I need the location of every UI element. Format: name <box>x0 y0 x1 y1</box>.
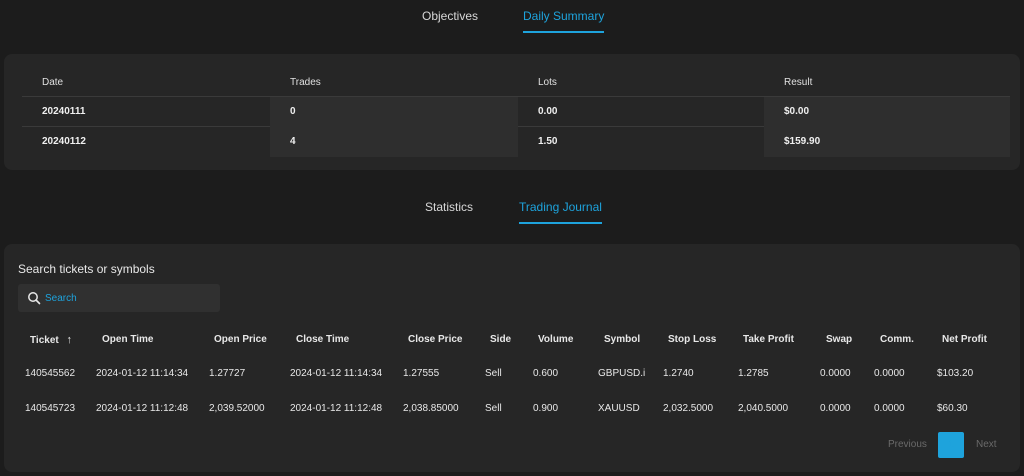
cell-close-price: 2,038.85000 <box>403 403 459 414</box>
cell-swap: 0.0000 <box>820 368 851 379</box>
header-open-time[interactable]: Open Time <box>102 334 154 345</box>
header-comm[interactable]: Comm. <box>880 334 914 345</box>
cell-swap: 0.0000 <box>820 403 851 414</box>
summary-header-result: Result <box>784 77 813 88</box>
previous-page-button[interactable]: Previous <box>888 432 927 458</box>
header-net-profit[interactable]: Net Profit <box>942 334 987 345</box>
summary-result: $0.00 <box>784 106 810 117</box>
cell-close-time: 2024-01-12 11:14:34 <box>290 368 383 379</box>
cell-open-time: 2024-01-12 11:12:48 <box>96 403 189 414</box>
cell-open-price: 1.27727 <box>209 368 246 379</box>
header-open-price[interactable]: Open Price <box>214 334 267 345</box>
header-side[interactable]: Side <box>490 334 511 345</box>
summary-lots: 1.50 <box>538 136 558 147</box>
top-tabs: Objectives Daily Summary <box>0 1 1024 33</box>
cell-side: Sell <box>485 403 502 414</box>
tab-objectives[interactable]: Objectives <box>422 1 478 31</box>
cell-stop-loss: 2,032.5000 <box>663 403 714 414</box>
header-close-price[interactable]: Close Price <box>408 334 462 345</box>
next-page-button[interactable]: Next <box>976 432 997 458</box>
cell-volume: 0.600 <box>533 368 559 379</box>
tab-objectives-label: Objectives <box>422 9 479 23</box>
table-row: 20240111 0 0.00 $0.00 <box>22 97 1010 127</box>
summary-header-lots: Lots <box>538 77 557 88</box>
summary-trades: 0 <box>290 106 296 117</box>
summary-lots: 0.00 <box>538 106 558 117</box>
cell-comm: 0.0000 <box>874 368 905 379</box>
active-tab-underline <box>519 222 602 224</box>
tab-trading-journal-label: Trading Journal <box>519 200 602 214</box>
cell-open-time: 2024-01-12 11:14:34 <box>96 368 189 379</box>
daily-summary-card: Date Trades Lots Result 20240111 0 0.00 … <box>4 54 1020 170</box>
header-swap[interactable]: Swap <box>826 334 852 345</box>
cell-comm: 0.0000 <box>874 403 905 414</box>
summary-trades: 4 <box>290 136 296 147</box>
cell-close-price: 1.27555 <box>403 368 440 379</box>
header-ticket[interactable]: Ticket ↑ <box>30 334 72 346</box>
cell-take-profit: 2,040.5000 <box>738 403 789 414</box>
tab-daily-summary[interactable]: Daily Summary <box>523 1 605 33</box>
table-row: 20240112 4 1.50 $159.90 <box>22 127 1010 157</box>
pagination: Previous 1 Next <box>0 432 1024 458</box>
cell-close-time: 2024-01-12 11:12:48 <box>290 403 383 414</box>
sort-ascending-icon: ↑ <box>66 334 73 346</box>
summary-header-date: Date <box>42 77 64 88</box>
cell-net-profit: $103.20 <box>937 368 974 379</box>
header-ticket-label: Ticket <box>30 335 59 346</box>
search-input[interactable] <box>45 284 215 312</box>
search-box[interactable] <box>18 284 220 312</box>
page-1-button[interactable]: 1 <box>938 432 964 458</box>
cell-ticket: 140545562 <box>25 368 76 379</box>
header-take-profit[interactable]: Take Profit <box>743 334 794 345</box>
cell-side: Sell <box>485 368 502 379</box>
search-icon <box>28 292 41 305</box>
daily-summary-table: Date Trades Lots Result 20240111 0 0.00 … <box>22 68 1010 157</box>
cell-open-price: 2,039.52000 <box>209 403 265 414</box>
summary-header-row: Date Trades Lots Result <box>22 68 1010 97</box>
tab-statistics-label: Statistics <box>425 200 474 214</box>
summary-date: 20240112 <box>42 136 86 147</box>
cell-symbol: GBPUSD.i <box>598 368 646 379</box>
summary-result: $159.90 <box>784 136 821 147</box>
table-cell <box>270 97 518 127</box>
cell-symbol: XAUUSD <box>598 403 640 414</box>
table-cell <box>270 127 518 157</box>
header-symbol[interactable]: Symbol <box>604 334 640 345</box>
tab-daily-summary-label: Daily Summary <box>523 9 605 23</box>
header-volume[interactable]: Volume <box>538 334 573 345</box>
summary-date: 20240111 <box>42 106 86 117</box>
cell-volume: 0.900 <box>533 403 559 414</box>
tab-trading-journal[interactable]: Trading Journal <box>519 192 602 224</box>
tab-statistics[interactable]: Statistics <box>425 192 473 222</box>
cell-take-profit: 1.2785 <box>738 368 769 379</box>
header-close-time[interactable]: Close Time <box>296 334 349 345</box>
sub-tabs: Statistics Trading Journal <box>0 192 1024 224</box>
header-stop-loss[interactable]: Stop Loss <box>668 334 716 345</box>
search-label: Search tickets or symbols <box>18 262 155 276</box>
cell-ticket: 140545723 <box>25 403 76 414</box>
active-tab-underline <box>523 31 605 33</box>
summary-header-trades: Trades <box>290 77 321 88</box>
cell-net-profit: $60.30 <box>937 403 968 414</box>
cell-stop-loss: 1.2740 <box>663 368 694 379</box>
